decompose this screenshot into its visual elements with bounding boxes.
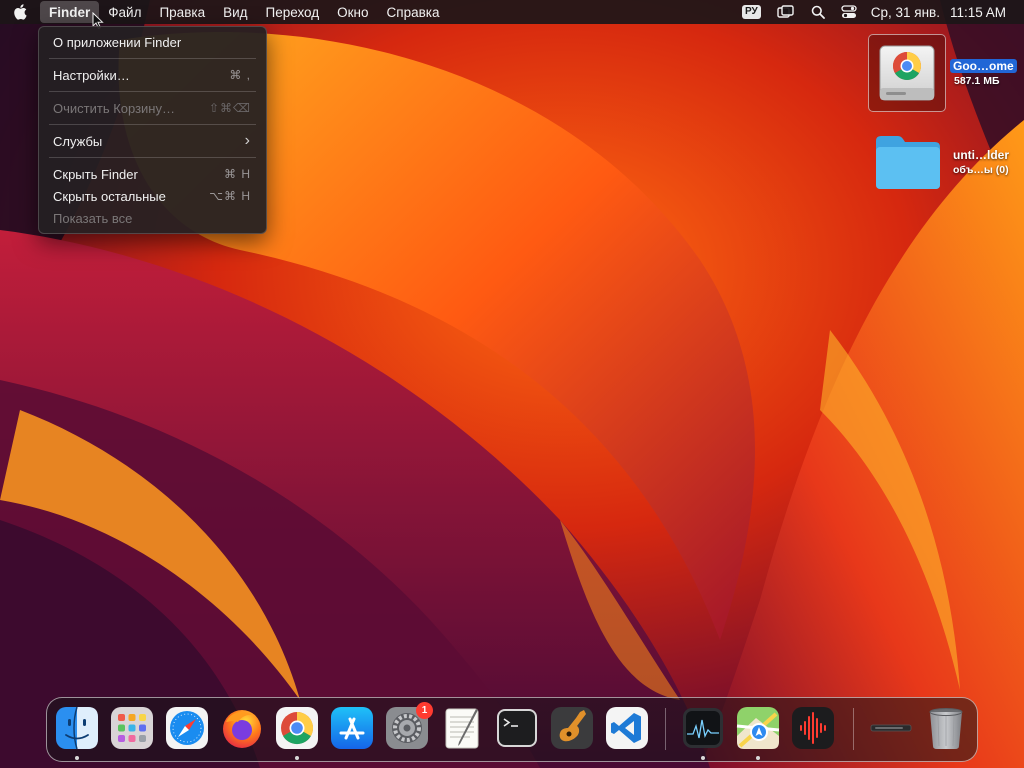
desktop-item-size: 587.1 МБ xyxy=(954,75,1000,87)
menu-item-empty-trash: Очистить Корзину… ⇧⌘⌫ xyxy=(39,97,266,119)
textedit-icon[interactable] xyxy=(440,706,484,750)
chrome-icon[interactable] xyxy=(275,706,319,750)
menubar-date[interactable]: Ср, 31 янв. xyxy=(865,5,944,20)
launchpad-icon[interactable] xyxy=(110,706,154,750)
menu-item-about-finder[interactable]: О приложении Finder xyxy=(39,31,266,53)
menu-item-shortcut: ⌘ H xyxy=(224,167,251,181)
stack-icon[interactable] xyxy=(869,706,913,750)
desktop-item-count: объ…ы (0) xyxy=(953,164,1009,176)
folder-icon[interactable] xyxy=(874,133,942,191)
menu-file[interactable]: Файл xyxy=(99,1,150,23)
chevron-right-icon: › xyxy=(244,132,251,149)
menu-item-label: Скрыть остальные xyxy=(53,188,166,204)
menu-item-shortcut: ⇧⌘⌫ xyxy=(208,101,251,115)
menu-help[interactable]: Справка xyxy=(378,1,449,23)
finder-menu-dropdown: О приложении Finder Настройки… ⌘ , Очист… xyxy=(38,26,267,234)
activity-monitor-icon[interactable] xyxy=(681,706,725,750)
menu-item-label: О приложении Finder xyxy=(53,34,182,50)
terminal-icon[interactable] xyxy=(495,706,539,750)
menu-view[interactable]: Вид xyxy=(214,1,256,23)
menu-bar: Finder Файл Правка Вид Переход Окно Спра… xyxy=(0,0,1024,24)
input-language-badge: РУ xyxy=(741,5,761,19)
dock-separator xyxy=(665,708,666,750)
app-store-icon[interactable] xyxy=(330,706,374,750)
dock: 1 xyxy=(46,697,978,762)
menu-item-label: Службы xyxy=(53,133,103,149)
voice-memos-icon[interactable] xyxy=(791,706,835,750)
system-settings-app[interactable]: 1 xyxy=(385,702,433,750)
running-indicator xyxy=(295,756,299,760)
dock-separator xyxy=(853,708,854,750)
garageband-icon[interactable] xyxy=(550,706,594,750)
control-center-icon[interactable] xyxy=(833,0,865,24)
menu-item-label: Очистить Корзину… xyxy=(53,100,175,116)
running-indicator xyxy=(75,756,79,760)
menu-item-hide-others[interactable]: Скрыть остальные ⌥⌘ H xyxy=(39,185,266,207)
menu-separator xyxy=(49,124,256,125)
menu-item-label: Настройки… xyxy=(53,67,130,83)
desktop-item-name[interactable]: Goo…ome xyxy=(950,59,1017,73)
menubar-clock[interactable]: 11:15 AM xyxy=(944,5,1024,20)
menu-item-services[interactable]: Службы › xyxy=(39,130,266,152)
spotlight-search-icon[interactable] xyxy=(803,0,833,24)
safari-icon[interactable] xyxy=(165,706,209,750)
running-indicator xyxy=(701,756,705,760)
menu-separator xyxy=(49,91,256,92)
maps-icon[interactable] xyxy=(736,706,780,750)
menu-item-shortcut: ⌘ , xyxy=(229,68,251,82)
menu-go[interactable]: Переход xyxy=(257,1,329,23)
apple-menu-icon[interactable] xyxy=(0,0,40,24)
finder-icon[interactable] xyxy=(55,706,99,750)
trash-icon[interactable] xyxy=(924,706,968,750)
menu-edit[interactable]: Правка xyxy=(150,1,214,23)
firefox-icon[interactable] xyxy=(220,706,264,750)
menu-separator xyxy=(49,157,256,158)
vscode-icon[interactable] xyxy=(605,706,649,750)
menu-window[interactable]: Окно xyxy=(328,1,377,23)
chrome-disk-image-icon[interactable] xyxy=(876,42,938,104)
menu-item-shortcut: ⌥⌘ H xyxy=(209,189,251,203)
notification-badge: 1 xyxy=(416,702,433,719)
menu-separator xyxy=(49,58,256,59)
menu-item-label: Скрыть Finder xyxy=(53,166,138,182)
input-source-menu[interactable]: РУ xyxy=(734,0,769,24)
running-indicator xyxy=(756,756,760,760)
menu-finder[interactable]: Finder xyxy=(40,1,100,23)
menu-item-show-all: Показать все xyxy=(39,207,266,229)
menu-item-settings[interactable]: Настройки… ⌘ , xyxy=(39,64,266,86)
window-switcher-icon[interactable] xyxy=(769,0,803,24)
menu-item-hide-finder[interactable]: Скрыть Finder ⌘ H xyxy=(39,163,266,185)
desktop-item-name[interactable]: unti…lder xyxy=(953,148,1009,162)
menu-item-label: Показать все xyxy=(53,210,133,226)
